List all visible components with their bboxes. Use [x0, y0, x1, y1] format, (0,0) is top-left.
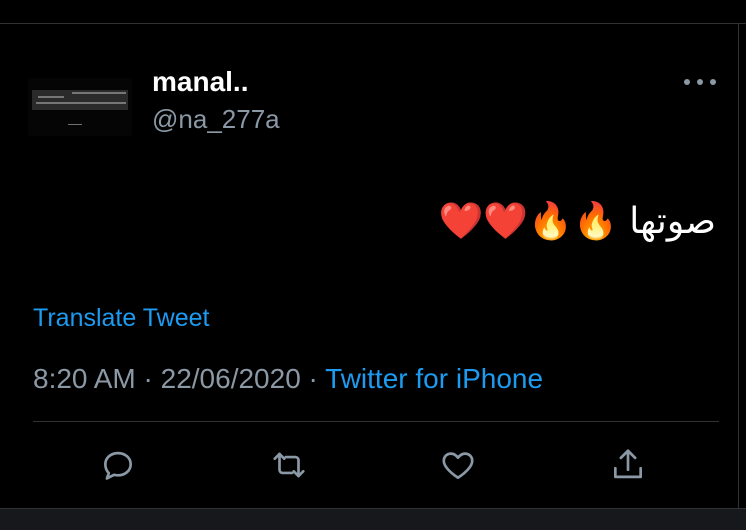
meta-separator: · [143, 363, 153, 394]
author-display-name[interactable]: manal.. [152, 64, 248, 100]
author-handle[interactable]: @na_277a [152, 102, 280, 136]
retweet-button[interactable] [268, 444, 310, 486]
tweet-meta: 8:20 AM · 22/06/2020 · Twitter for iPhon… [33, 362, 543, 396]
avatar-image-detail [68, 124, 82, 125]
tweet-time: 8:20 AM [33, 363, 136, 394]
actions-divider [33, 421, 719, 422]
heart-icon [442, 452, 474, 480]
meta-separator: · [308, 363, 318, 394]
share-arrow-icon [613, 449, 643, 479]
translate-tweet-link[interactable]: Translate Tweet [33, 302, 209, 334]
share-button[interactable] [607, 444, 649, 486]
avatar[interactable] [28, 78, 132, 136]
avatar-image-detail [36, 102, 126, 104]
avatar-image-detail [38, 96, 64, 98]
tweet-source-link[interactable]: Twitter for iPhone [325, 363, 543, 394]
more-options-button[interactable] [684, 70, 716, 94]
speech-bubble-icon [103, 451, 133, 480]
tweet-text: صوتها 🔥🔥❤️❤️ [438, 201, 717, 242]
top-divider [0, 23, 746, 24]
more-dots-icon [684, 79, 690, 85]
avatar-image-detail [72, 92, 126, 94]
more-dots-icon [697, 79, 703, 85]
reply-button[interactable] [97, 444, 139, 486]
scroll-edge [738, 24, 746, 510]
retweet-arrows-icon [273, 452, 305, 478]
like-button[interactable] [437, 444, 479, 486]
bottom-bar [0, 508, 746, 530]
tweet-date: 22/06/2020 [160, 363, 301, 394]
more-dots-icon [710, 79, 716, 85]
